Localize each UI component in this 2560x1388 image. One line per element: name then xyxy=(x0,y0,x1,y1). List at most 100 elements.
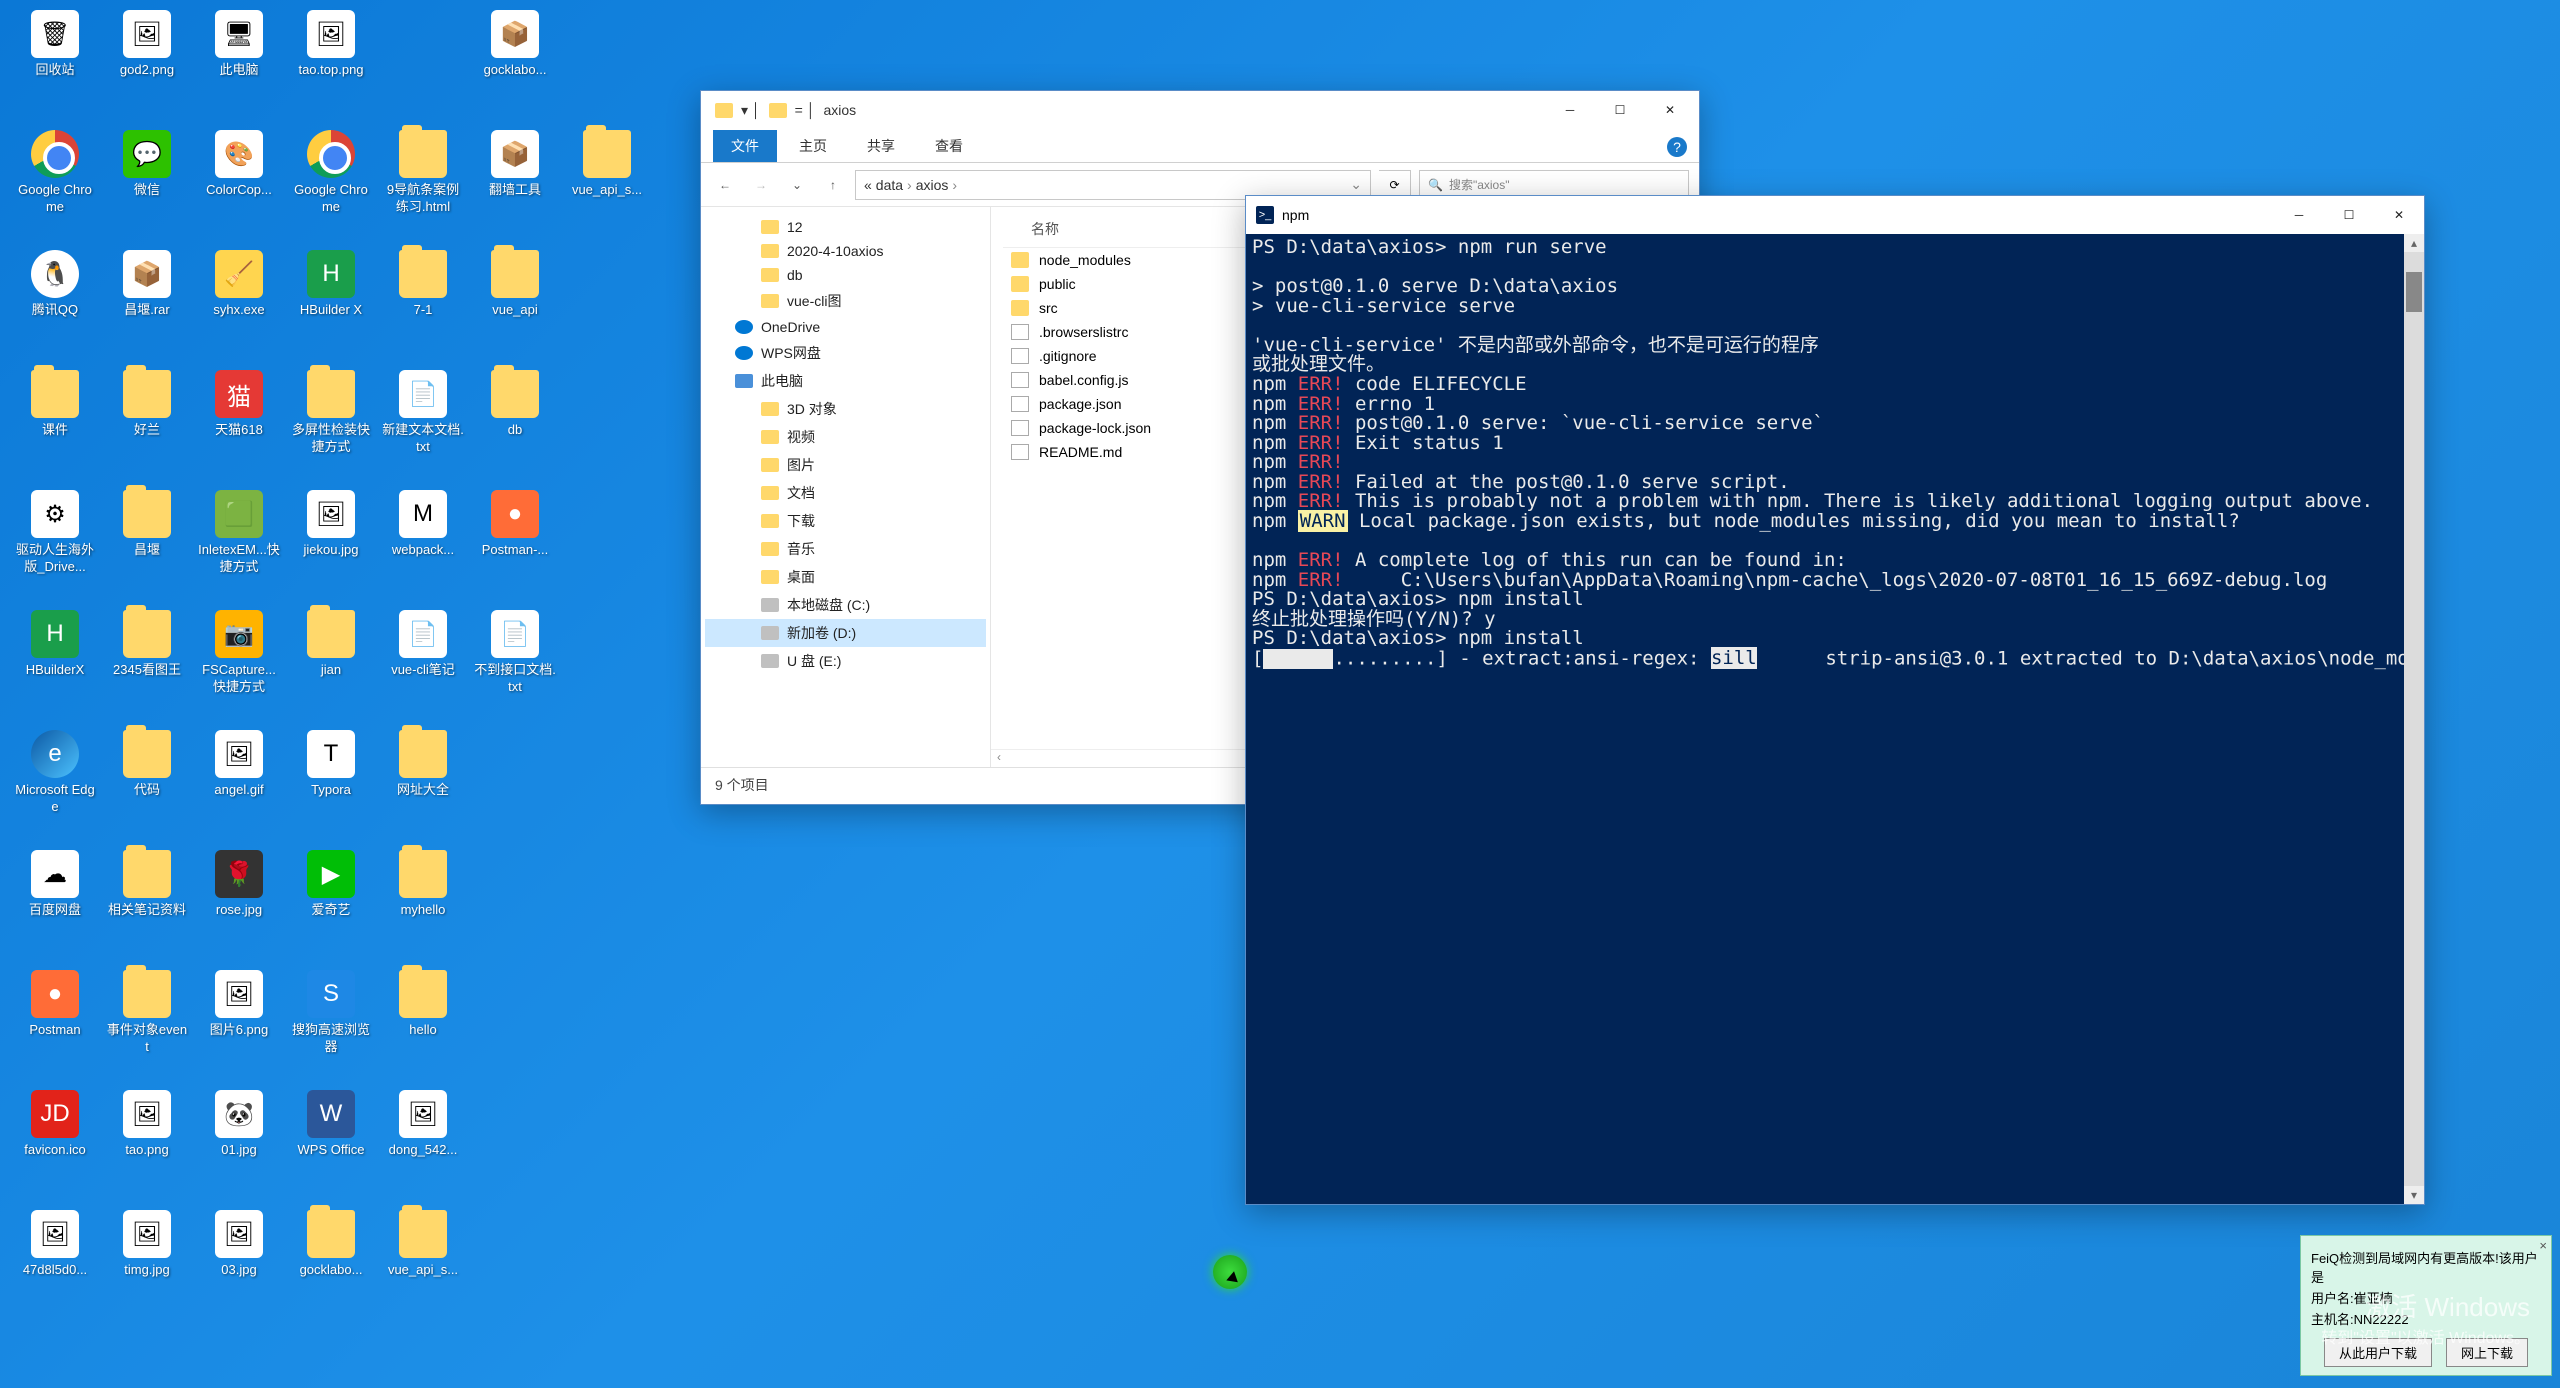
desktop-icon[interactable]: 📦昌堰.rar xyxy=(106,250,188,319)
desktop-icon[interactable]: 🖼图片6.png xyxy=(198,970,280,1039)
desktop-icon[interactable]: vue_api xyxy=(474,250,556,319)
maximize-button[interactable]: ☐ xyxy=(2324,196,2374,234)
nav-item[interactable]: U 盘 (E:) xyxy=(705,647,986,675)
desktop-icon[interactable]: ●Postman xyxy=(14,970,96,1039)
desktop-icon[interactable]: 🐼01.jpg xyxy=(198,1090,280,1159)
nav-item[interactable]: 桌面 xyxy=(705,563,986,591)
desktop-icon[interactable]: 🗑回收站 xyxy=(14,10,96,79)
terminal-titlebar[interactable]: >_ npm ─ ☐ ✕ xyxy=(1246,196,2424,234)
nav-item[interactable]: 此电脑 xyxy=(705,367,986,395)
explorer-titlebar[interactable]: ▾ │ = │ axios ─ ☐ ✕ xyxy=(701,91,1699,129)
desktop-icon[interactable]: 🖼dong_542... xyxy=(382,1090,464,1159)
desktop-icon[interactable]: 事件对象event xyxy=(106,970,188,1056)
help-icon[interactable]: ? xyxy=(1667,137,1687,157)
desktop-icon[interactable]: 🖼tao.png xyxy=(106,1090,188,1159)
scroll-down-icon[interactable]: ▾ xyxy=(2404,1186,2424,1204)
nav-item[interactable]: 图片 xyxy=(705,451,986,479)
desktop-icon[interactable]: JDfavicon.ico xyxy=(14,1090,96,1159)
nav-item[interactable]: 文档 xyxy=(705,479,986,507)
terminal-window[interactable]: >_ npm ─ ☐ ✕ PS D:\data\axios> npm run s… xyxy=(1245,195,2425,1205)
nav-item[interactable]: 音乐 xyxy=(705,535,986,563)
desktop-icon[interactable]: Google Chrome xyxy=(290,130,372,216)
nav-item[interactable]: db xyxy=(705,263,986,287)
desktop-icon[interactable]: 🐧腾讯QQ xyxy=(14,250,96,319)
desktop-icon[interactable]: 🖼03.jpg xyxy=(198,1210,280,1279)
nav-item[interactable]: vue-cli图 xyxy=(705,287,986,315)
desktop-icon[interactable]: 🟩InletexEM...快捷方式 xyxy=(198,490,280,576)
back-button[interactable]: ← xyxy=(711,171,739,199)
path-seg[interactable]: axios xyxy=(916,177,949,193)
desktop-icon[interactable]: 多屏性检装快捷方式 xyxy=(290,370,372,456)
up-button[interactable]: ↑ xyxy=(819,171,847,199)
close-button[interactable]: ✕ xyxy=(2374,196,2424,234)
nav-item[interactable]: 2020-4-10axios xyxy=(705,239,986,263)
desktop-icon[interactable]: WWPS Office xyxy=(290,1090,372,1159)
desktop-icon[interactable]: 猫天猫618 xyxy=(198,370,280,439)
desktop-icon[interactable]: 📄新建文本文档.txt xyxy=(382,370,464,456)
desktop-icon[interactable]: 🖼jiekou.jpg xyxy=(290,490,372,559)
desktop-icon[interactable]: TTypora xyxy=(290,730,372,799)
desktop-icon[interactable]: 好兰 xyxy=(106,370,188,439)
nav-item[interactable]: 12 xyxy=(705,215,986,239)
desktop-icon[interactable]: 📦gocklabo... xyxy=(474,10,556,79)
desktop-icon[interactable]: vue_api_s... xyxy=(566,130,648,199)
terminal-output[interactable]: PS D:\data\axios> npm run serve > post@0… xyxy=(1246,234,2424,673)
forward-button[interactable]: → xyxy=(747,171,775,199)
desktop-icon[interactable]: Google Chrome xyxy=(14,130,96,216)
desktop-icon[interactable]: 🖼47d8l5d0... xyxy=(14,1210,96,1279)
desktop-icon[interactable]: 🖼god2.png xyxy=(106,10,188,79)
close-icon[interactable]: × xyxy=(2539,1238,2547,1253)
desktop-icon[interactable]: jian xyxy=(290,610,372,679)
desktop-icon[interactable]: S搜狗高速浏览器 xyxy=(290,970,372,1056)
tab-file[interactable]: 文件 xyxy=(713,130,777,162)
scrollbar-thumb[interactable] xyxy=(2406,272,2422,312)
nav-item[interactable]: 新加卷 (D:) xyxy=(705,619,986,647)
desktop-icon[interactable]: 📷FSCapture...快捷方式 xyxy=(198,610,280,696)
nav-item[interactable]: 下载 xyxy=(705,507,986,535)
navigation-pane[interactable]: 122020-4-10axiosdbvue-cli图OneDriveWPS网盘此… xyxy=(701,207,991,767)
nav-item[interactable]: WPS网盘 xyxy=(705,339,986,367)
tab-view[interactable]: 查看 xyxy=(917,130,981,162)
desktop-icon[interactable]: HHBuilder X xyxy=(290,250,372,319)
desktop-icon[interactable]: 代码 xyxy=(106,730,188,799)
tab-share[interactable]: 共享 xyxy=(849,130,913,162)
chevron-down-icon[interactable]: ⌄ xyxy=(1350,176,1362,193)
desktop-icon[interactable]: 7-1 xyxy=(382,250,464,319)
desktop-icon[interactable]: ●Postman-... xyxy=(474,490,556,559)
desktop-icon[interactable]: HHBuilderX xyxy=(14,610,96,679)
desktop-icon[interactable]: ⚙驱动人生海外版_Drive... xyxy=(14,490,96,576)
desktop-icon[interactable]: 🌹rose.jpg xyxy=(198,850,280,919)
minimize-button[interactable]: ─ xyxy=(1545,91,1595,129)
scroll-up-icon[interactable]: ▴ xyxy=(2404,234,2424,252)
desktop-icon[interactable]: 网址大全 xyxy=(382,730,464,799)
desktop-icon[interactable]: 2345看图王 xyxy=(106,610,188,679)
desktop-icon[interactable]: myhello xyxy=(382,850,464,919)
desktop-icon[interactable]: 💬微信 xyxy=(106,130,188,199)
close-button[interactable]: ✕ xyxy=(1645,91,1695,129)
recent-button[interactable]: ⌄ xyxy=(783,171,811,199)
nav-item[interactable]: 视频 xyxy=(705,423,986,451)
maximize-button[interactable]: ☐ xyxy=(1595,91,1645,129)
desktop-icon[interactable]: 🖼angel.gif xyxy=(198,730,280,799)
desktop-icon[interactable]: vue_api_s... xyxy=(382,1210,464,1279)
desktop-icon[interactable]: 🎨ColorCop... xyxy=(198,130,280,199)
tab-home[interactable]: 主页 xyxy=(781,130,845,162)
desktop-icon[interactable]: db xyxy=(474,370,556,439)
scroll-left-icon[interactable]: ‹ xyxy=(991,750,1007,767)
desktop-icon[interactable]: 📄vue-cli笔记 xyxy=(382,610,464,679)
minimize-button[interactable]: ─ xyxy=(2274,196,2324,234)
desktop-icon[interactable]: 📦翻墙工具 xyxy=(474,130,556,199)
nav-item[interactable]: 本地磁盘 (C:) xyxy=(705,591,986,619)
desktop-icon[interactable]: 相关笔记资料 xyxy=(106,850,188,919)
desktop-icon[interactable]: ▶爱奇艺 xyxy=(290,850,372,919)
nav-item[interactable]: 3D 对象 xyxy=(705,395,986,423)
desktop-icon[interactable]: hello xyxy=(382,970,464,1039)
terminal-scrollbar[interactable]: ▴ ▾ xyxy=(2404,234,2424,1204)
nav-item[interactable]: OneDrive xyxy=(705,315,986,339)
path-seg[interactable]: data xyxy=(876,177,903,193)
desktop-icon[interactable]: eMicrosoft Edge xyxy=(14,730,96,816)
desktop-icon[interactable]: 🖼tao.top.png xyxy=(290,10,372,79)
desktop-icon[interactable]: Mwebpack... xyxy=(382,490,464,559)
desktop-icon[interactable]: 🖥此电脑 xyxy=(198,10,280,79)
desktop-icon[interactable]: 课件 xyxy=(14,370,96,439)
